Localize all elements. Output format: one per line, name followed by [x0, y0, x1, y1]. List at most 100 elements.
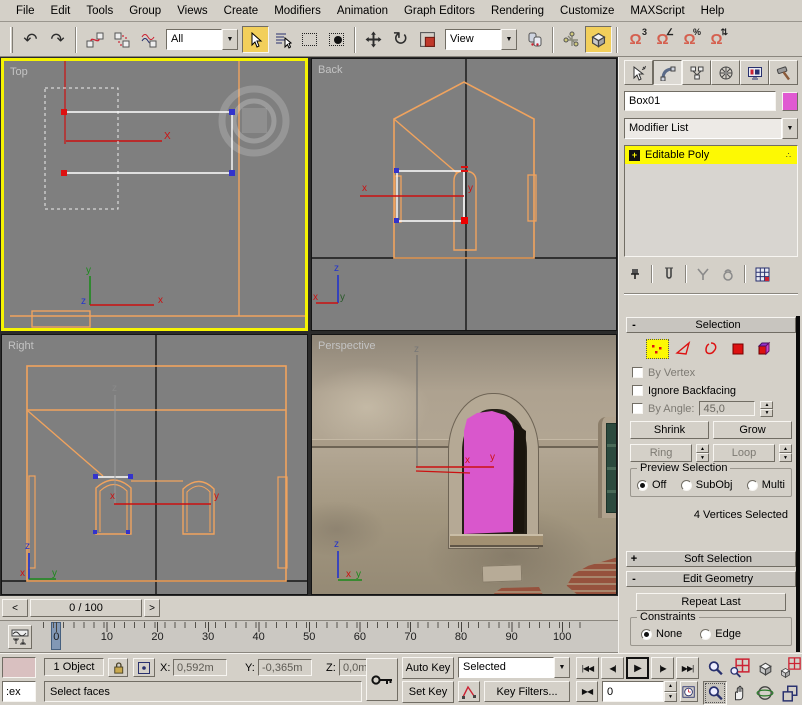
configure-modifier-sets-button[interactable]	[751, 264, 773, 284]
make-unique-button[interactable]	[692, 264, 714, 284]
viewport-right[interactable]: z x y z x y Right	[1, 334, 308, 595]
loop-spinner[interactable]: ▲ ▼	[779, 444, 792, 462]
mini-curve-editor-button[interactable]	[8, 625, 32, 649]
loop-button[interactable]: Loop	[713, 444, 775, 462]
zoom-extents-button[interactable]	[753, 656, 777, 680]
menu-item[interactable]: Modifiers	[266, 2, 329, 20]
menu-item[interactable]: Help	[693, 2, 733, 20]
menu-item[interactable]: Rendering	[483, 2, 552, 20]
tab-hierarchy[interactable]	[682, 60, 711, 85]
menu-item[interactable]: Animation	[329, 2, 396, 20]
tab-create[interactable]	[624, 60, 653, 85]
remove-modifier-button[interactable]	[717, 264, 739, 284]
maxscript-mini-listener[interactable]: :ex	[2, 681, 36, 702]
select-object-button[interactable]	[242, 26, 269, 53]
select-and-rotate-button[interactable]: ↻	[387, 26, 414, 53]
previous-frame-arrow[interactable]: <	[2, 599, 28, 617]
viewport-label[interactable]: Back	[318, 64, 343, 76]
track-bar[interactable]: 0 10 20 30 40 50 60 70 80 90 100	[0, 620, 618, 653]
current-frame-field[interactable]	[602, 681, 664, 702]
viewport-back[interactable]: x y z x y Back	[311, 58, 617, 331]
ignore-backfacing-checkbox[interactable]	[632, 385, 643, 396]
go-to-start-button[interactable]: |◀◀	[576, 657, 599, 679]
snap-toggle-button[interactable]	[585, 26, 612, 53]
tab-utilities[interactable]	[769, 60, 798, 85]
border-mode-button[interactable]	[700, 339, 723, 359]
select-and-scale-button[interactable]	[414, 26, 441, 53]
soft-selection-rollout-header[interactable]: + Soft Selection	[626, 551, 796, 567]
panel-scrollbar[interactable]	[796, 316, 800, 652]
pin-stack-button[interactable]	[624, 264, 646, 284]
ring-button[interactable]: Ring	[630, 444, 692, 462]
dropdown-arrow-icon[interactable]: ▼	[222, 29, 238, 50]
viewport-top[interactable]: X y z x Top	[1, 58, 308, 331]
vertex-selected[interactable]	[461, 217, 468, 224]
previous-frame-button[interactable]: ◀|	[601, 657, 624, 679]
rectangular-selection-region-button[interactable]	[296, 26, 323, 53]
vertex[interactable]	[394, 168, 399, 173]
next-frame-button[interactable]: |▶	[651, 657, 674, 679]
selection-rollout-header[interactable]: - Selection	[626, 317, 796, 333]
maximize-viewport-toggle[interactable]	[778, 681, 802, 705]
time-configuration-button[interactable]	[680, 681, 698, 702]
frame-spinner[interactable]: ▲ ▼	[664, 681, 677, 702]
vertex[interactable]	[128, 474, 133, 479]
menu-item[interactable]: Customize	[552, 2, 622, 20]
dropdown-arrow-icon[interactable]: ▼	[501, 29, 517, 50]
select-and-move-button[interactable]	[360, 26, 387, 53]
vertex[interactable]	[394, 218, 399, 223]
tab-motion[interactable]	[711, 60, 740, 85]
vertex-selected[interactable]	[61, 170, 67, 176]
expand-icon[interactable]: +	[629, 149, 640, 161]
undo-button[interactable]: ↶	[17, 26, 44, 53]
toolbar-drag-handle[interactable]	[10, 26, 13, 53]
polygon-mode-button[interactable]	[727, 339, 750, 359]
menu-item[interactable]: Views	[169, 2, 215, 20]
select-by-name-button[interactable]	[269, 26, 296, 53]
object-color-swatch[interactable]	[782, 91, 798, 111]
dropdown-arrow-icon[interactable]: ▼	[554, 657, 570, 678]
modifier-list-dropdown[interactable]: Modifier List ▼	[624, 118, 798, 139]
absolute-offset-toggle[interactable]	[133, 658, 155, 677]
preview-off-radio[interactable]: Off	[637, 479, 666, 491]
menu-item[interactable]: Edit	[43, 2, 79, 20]
viewport-label[interactable]: Perspective	[318, 340, 375, 352]
constraint-edge-radio[interactable]: Edge	[700, 628, 741, 640]
default-tangent-button[interactable]	[458, 681, 480, 702]
reference-coordinate-dropdown[interactable]: View ▼	[445, 29, 517, 50]
select-and-manipulate-button[interactable]	[558, 26, 585, 53]
timeline-ruler[interactable]: 0 10 20 30 40 50 60 70 80 90 100	[40, 621, 618, 652]
object-name-field[interactable]	[624, 91, 776, 111]
stack-item-editable-poly[interactable]: + Editable Poly ∴	[625, 146, 797, 164]
by-angle-spinner[interactable]: ▲ ▼	[760, 401, 774, 417]
y-coord-field[interactable]	[258, 659, 312, 676]
play-button[interactable]: ▶	[626, 657, 649, 679]
window-crossing-toggle-button[interactable]	[323, 26, 350, 53]
arc-rotate-button[interactable]	[753, 681, 777, 705]
menu-item[interactable]: Graph Editors	[396, 2, 483, 20]
viewport-label[interactable]: Right	[8, 340, 34, 352]
key-filters-button[interactable]: Key Filters...	[484, 681, 570, 702]
go-to-end-button[interactable]: ▶▶|	[676, 657, 699, 679]
tab-modify[interactable]	[653, 60, 682, 85]
by-angle-field[interactable]: 45,0	[699, 401, 756, 416]
set-key-button[interactable]: Set Key	[402, 681, 454, 703]
redo-button[interactable]: ↷	[44, 26, 71, 53]
preview-subobj-radio[interactable]: SubObj	[680, 479, 732, 491]
selection-filter-dropdown[interactable]: All ▼	[166, 29, 238, 50]
selection-lock-toggle[interactable]	[108, 658, 128, 677]
viewport-perspective[interactable]: z x y z x y Perspective	[311, 334, 617, 595]
time-slider[interactable]: 0 / 100	[30, 599, 142, 617]
edge-mode-button[interactable]	[673, 339, 696, 359]
bind-to-space-warp-button[interactable]	[135, 26, 162, 53]
vertex[interactable]	[93, 474, 98, 479]
spinner-snap-button[interactable]: Ω ⇅	[703, 26, 730, 53]
select-and-link-button[interactable]	[81, 26, 108, 53]
grow-button[interactable]: Grow	[713, 421, 792, 439]
shrink-button[interactable]: Shrink	[630, 421, 709, 439]
modifier-stack[interactable]: + Editable Poly ∴	[624, 145, 798, 257]
macro-recorder-pane[interactable]	[2, 657, 36, 678]
zoom-button[interactable]	[703, 656, 727, 680]
key-mode-toggle-button[interactable]: ▶◀	[576, 681, 598, 702]
x-coord-field[interactable]	[173, 659, 227, 676]
